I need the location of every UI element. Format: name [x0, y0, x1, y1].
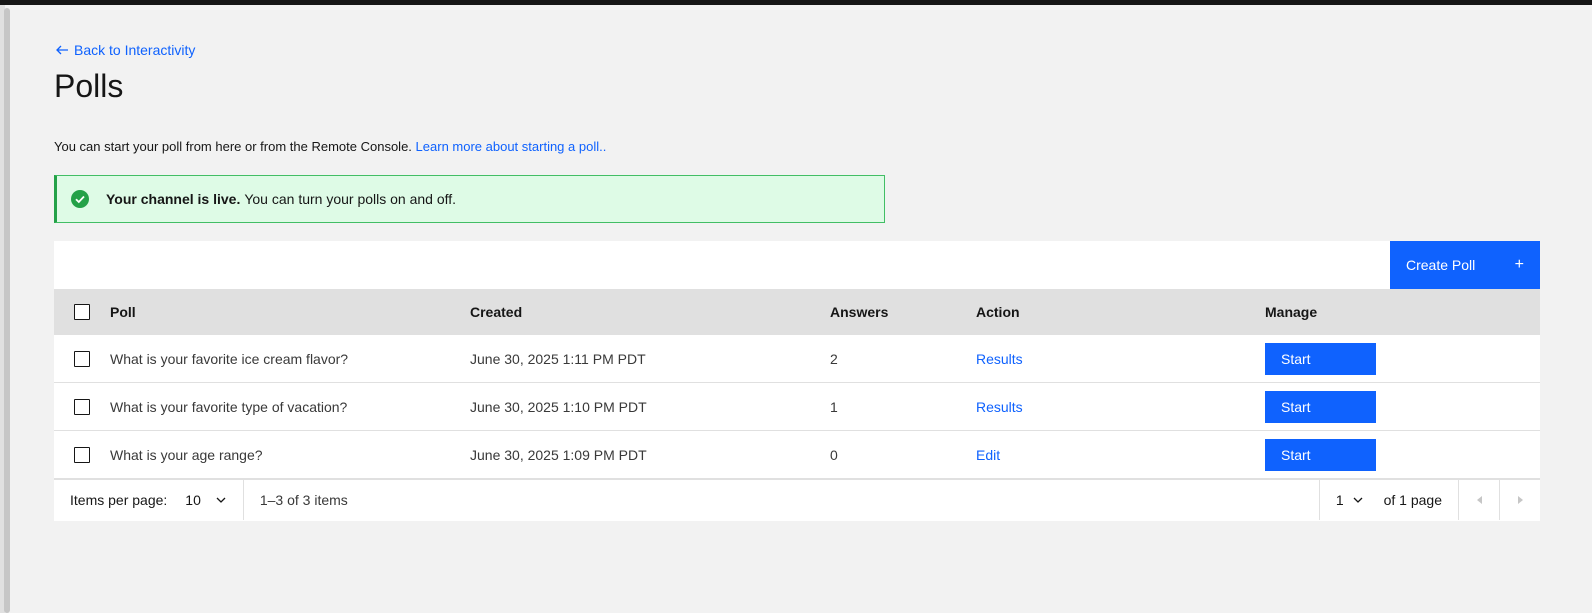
- items-per-page-value: 10: [185, 492, 201, 508]
- poll-created: June 30, 2025 1:09 PM PDT: [470, 446, 647, 463]
- scrollbar[interactable]: [4, 8, 10, 613]
- create-poll-label: Create Poll: [1406, 257, 1476, 273]
- page-title: Polls: [54, 68, 124, 104]
- intro-text: You can start your poll from here or fro…: [54, 139, 606, 154]
- page-select-value: 1: [1335, 492, 1344, 508]
- row-checkbox[interactable]: [74, 398, 90, 415]
- poll-question: What is your favorite type of vacation?: [110, 398, 348, 415]
- intro-text-body: You can start your poll from here or fro…: [54, 139, 412, 154]
- row-checkbox[interactable]: [74, 350, 90, 367]
- results-link[interactable]: Results: [976, 399, 1023, 415]
- row-check-cell: [54, 398, 110, 415]
- top-bar: [0, 0, 1592, 5]
- page-total: of 1 page: [1383, 492, 1442, 508]
- back-link-label: Back to Interactivity: [74, 42, 196, 58]
- caret-right-icon: [1517, 496, 1523, 504]
- items-range: 1–3 of 3 items: [259, 492, 348, 508]
- checkmark-filled-icon: [71, 190, 89, 208]
- page-controls: 1 of 1 page: [1318, 480, 1540, 520]
- row-checkbox[interactable]: [74, 446, 90, 463]
- poll-answers: 1: [830, 398, 838, 415]
- table-row: What is your favorite ice cream flavor? …: [54, 335, 1540, 383]
- learn-more-link[interactable]: Learn more about starting a poll..: [416, 139, 607, 154]
- arrow-left-icon: [56, 45, 68, 55]
- select-all-cell: [54, 304, 110, 320]
- back-link[interactable]: Back to Interactivity: [54, 41, 195, 59]
- items-per-page-select[interactable]: 10: [185, 492, 227, 508]
- start-button[interactable]: Start: [1265, 390, 1376, 423]
- poll-question: What is your age range?: [110, 446, 263, 463]
- edit-link[interactable]: Edit: [976, 447, 1000, 463]
- items-per-page-label: Items per page:: [70, 492, 168, 508]
- poll-question: What is your favorite ice cream flavor?: [110, 350, 349, 367]
- table-header: Poll Created Answers Action Manage: [54, 289, 1540, 335]
- start-button[interactable]: Start: [1265, 438, 1376, 471]
- notification-title: Your channel is live.: [106, 191, 241, 207]
- results-link[interactable]: Results: [976, 351, 1023, 367]
- table-row: What is your age range? June 30, 2025 1:…: [54, 431, 1540, 479]
- header-answers[interactable]: Answers: [830, 304, 976, 320]
- create-poll-button[interactable]: Create Poll +: [1390, 241, 1540, 289]
- start-button[interactable]: Start: [1265, 342, 1376, 375]
- add-icon: +: [1514, 256, 1524, 273]
- success-notification: Your channel is live. You can turn your …: [54, 175, 885, 223]
- caret-left-icon: [1476, 496, 1482, 504]
- poll-answers: 2: [830, 350, 838, 367]
- items-per-page: Items per page: 10: [54, 480, 244, 520]
- poll-created: June 30, 2025 1:10 PM PDT: [470, 398, 647, 415]
- page-select[interactable]: 1: [1318, 480, 1364, 520]
- header-manage: Manage: [1265, 304, 1318, 320]
- header-action: Action: [976, 304, 1020, 320]
- chevron-down-icon: [216, 497, 226, 503]
- table-toolbar: Create Poll +: [54, 241, 1540, 289]
- poll-created: June 30, 2025 1:11 PM PDT: [470, 350, 646, 367]
- previous-page-button[interactable]: [1458, 480, 1499, 520]
- header-poll[interactable]: Poll: [110, 304, 470, 320]
- select-all-checkbox[interactable]: [74, 304, 90, 320]
- row-check-cell: [54, 350, 110, 367]
- chevron-down-icon: [1353, 497, 1363, 503]
- notification-message: You can turn your polls on and off.: [244, 191, 457, 207]
- pagination: Items per page: 10 1–3 of 3 items 1 of 1…: [54, 479, 1540, 520]
- polls-table: Create Poll + Poll Created Answers Actio…: [54, 241, 1540, 521]
- poll-answers: 0: [830, 446, 838, 463]
- table-row: What is your favorite type of vacation? …: [54, 383, 1540, 431]
- next-page-button[interactable]: [1499, 480, 1540, 520]
- header-created[interactable]: Created: [470, 304, 830, 320]
- row-check-cell: [54, 446, 110, 463]
